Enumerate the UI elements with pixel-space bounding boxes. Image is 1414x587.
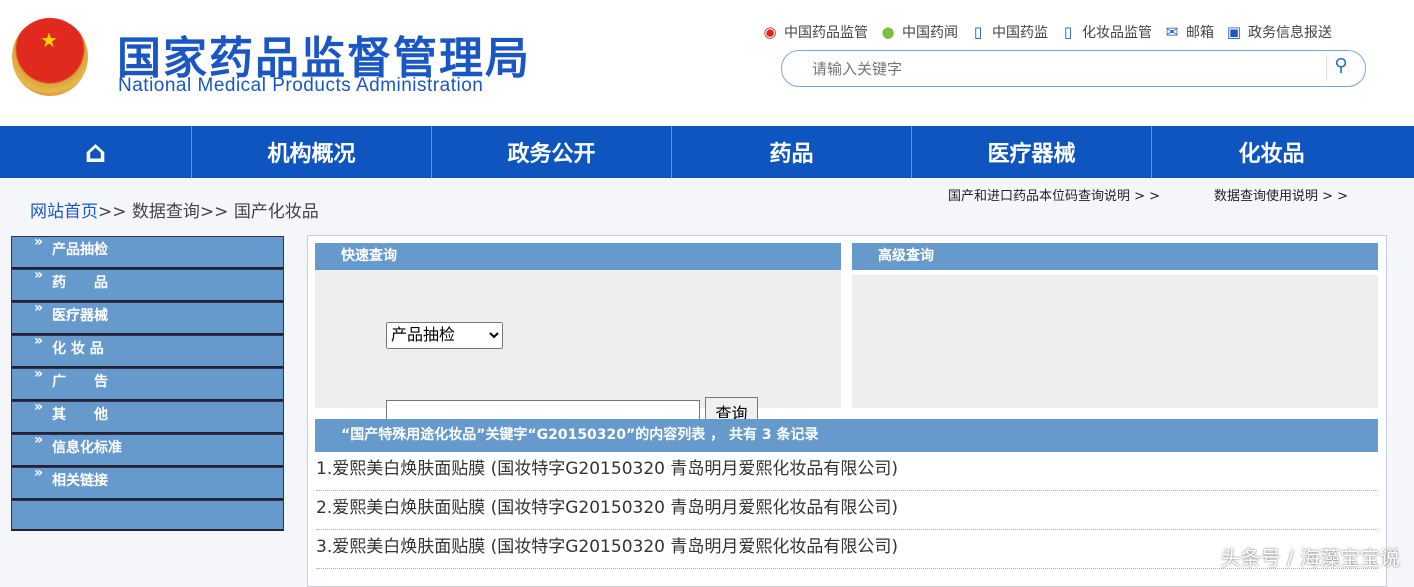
weibo-icon: ◉ (760, 22, 780, 42)
sidebar-item[interactable]: 产品抽检 (11, 236, 284, 269)
national-emblem-logo: ★ (12, 18, 88, 96)
main-nav: ⌂ 机构概况 政务公开 药品 医疗器械 化妆品 (0, 126, 1414, 178)
top-link-label: 化妆品监管 (1082, 22, 1152, 42)
mail-icon: ✉ (1162, 22, 1182, 42)
top-links: ◉中国药品监管●中国药闻▯中国药监▯化妆品监管✉邮箱▣政务信息报送 (760, 22, 1332, 42)
mobile-icon: ▯ (1058, 22, 1078, 42)
nav-home[interactable]: ⌂ (0, 126, 192, 178)
header: ★ 国家药品监督管理局 National Medical Products Ad… (0, 0, 1414, 126)
main-panel: 快速查询 产品抽检 查询 高级查询 “国产特殊用途化妆品”关键字“G201503… (307, 235, 1387, 587)
top-link-label: 中国药品监管 (784, 22, 868, 42)
advanced-query-area (852, 275, 1378, 408)
sidebar-item[interactable]: 化 妆 品 (11, 335, 284, 368)
sidebar: 产品抽检药 品医疗器械化 妆 品广 告其 他信息化标准相关链接 (11, 236, 284, 531)
top-link-label: 邮箱 (1186, 22, 1214, 42)
breadcrumb-sep: >> (200, 202, 229, 222)
link-drug-code-help[interactable]: 国产和进口药品本位码查询说明 > > (948, 185, 1160, 204)
logo-title-en[interactable]: National Medical Products Administration (118, 75, 483, 97)
watermark: 头条号 / 海藻宝宝说 (1221, 542, 1400, 571)
breadcrumb: 网站首页>> 数据查询>> 国产化妆品 (30, 197, 319, 222)
link-data-query-help[interactable]: 数据查询使用说明 > > (1214, 185, 1348, 204)
search-box: ⚲ (781, 50, 1366, 87)
sidebar-item[interactable]: 相关链接 (11, 467, 284, 500)
quick-query-form: 产品抽检 查询 (315, 270, 841, 408)
category-select[interactable]: 产品抽检 (386, 322, 503, 349)
results-header: “国产特殊用途化妆品”关键字“G20150320”的内容列表 ， 共有 3 条记… (315, 419, 1378, 452)
wechat-icon: ● (878, 22, 898, 42)
sidebar-item[interactable]: 医疗器械 (11, 302, 284, 335)
mobile-icon: ▯ (968, 22, 988, 42)
nav-item-devices[interactable]: 医疗器械 (912, 126, 1152, 178)
nav-item-drugs[interactable]: 药品 (672, 126, 912, 178)
breadcrumb-sep: >> (98, 202, 127, 222)
top-link[interactable]: ✉邮箱 (1162, 22, 1214, 42)
top-link-label: 中国药监 (992, 22, 1048, 42)
sidebar-item[interactable]: 其 他 (11, 401, 284, 434)
breadcrumb-current: 国产化妆品 (234, 202, 319, 222)
top-link[interactable]: ◉中国药品监管 (760, 22, 868, 42)
quick-query-header: 快速查询 (315, 243, 841, 270)
top-link[interactable]: ▣政务信息报送 (1224, 22, 1332, 42)
sidebar-item[interactable]: 广 告 (11, 368, 284, 401)
nav-item-cosmetics[interactable]: 化妆品 (1152, 126, 1391, 178)
monitor-icon: ▣ (1224, 22, 1244, 42)
breadcrumb-data-query[interactable]: 数据查询 (132, 202, 200, 222)
sidebar-item[interactable]: 信息化标准 (11, 434, 284, 467)
top-link[interactable]: ●中国药闻 (878, 22, 958, 42)
result-row[interactable]: 1.爱熙美白焕肤面贴膜 (国妆特字G20150320 青岛明月爱熙化妆品有限公司… (316, 452, 1378, 491)
sidebar-footer (11, 500, 284, 531)
advanced-query-header[interactable]: 高级查询 (852, 243, 1378, 270)
breadcrumb-home[interactable]: 网站首页 (30, 202, 98, 222)
top-link[interactable]: ▯中国药监 (968, 22, 1048, 42)
top-link-label: 中国药闻 (902, 22, 958, 42)
top-link-label: 政务信息报送 (1248, 22, 1332, 42)
result-row[interactable]: 3.爱熙美白焕肤面贴膜 (国妆特字G20150320 青岛明月爱熙化妆品有限公司… (316, 530, 1378, 569)
result-row[interactable]: 2.爱熙美白焕肤面贴膜 (国妆特字G20150320 青岛明月爱熙化妆品有限公司… (316, 491, 1378, 530)
top-link[interactable]: ▯化妆品监管 (1058, 22, 1152, 42)
home-icon: ⌂ (85, 135, 106, 170)
search-input[interactable] (810, 57, 1294, 81)
sidebar-item[interactable]: 药 品 (11, 269, 284, 302)
search-icon[interactable]: ⚲ (1326, 55, 1355, 81)
nav-item-about[interactable]: 机构概况 (192, 126, 432, 178)
nav-item-government[interactable]: 政务公开 (432, 126, 672, 178)
